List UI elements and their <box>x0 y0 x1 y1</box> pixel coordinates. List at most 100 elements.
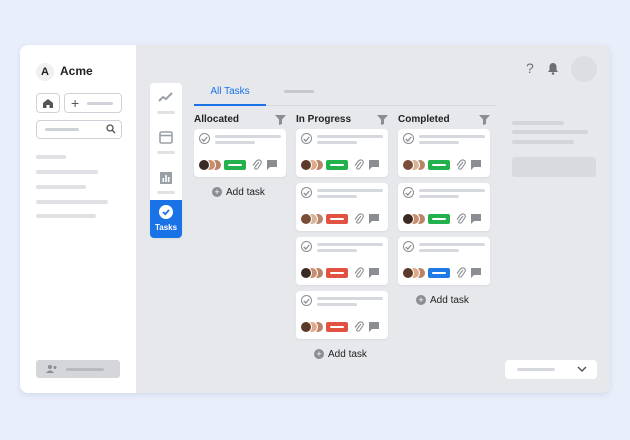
task-card[interactable] <box>296 183 388 231</box>
task-title-line <box>215 135 281 138</box>
details-line <box>512 130 588 134</box>
assignee-avatars <box>300 213 324 225</box>
tab-all-tasks[interactable]: All Tasks <box>194 84 266 102</box>
comment-icon[interactable] <box>267 160 277 170</box>
task-card[interactable] <box>194 129 286 177</box>
details-box[interactable] <box>512 157 596 177</box>
avatar[interactable] <box>571 56 597 82</box>
paperclip-icon[interactable] <box>354 267 364 279</box>
avatar <box>300 267 312 279</box>
help-icon[interactable]: ? <box>526 60 534 76</box>
comment-icon[interactable] <box>369 268 379 278</box>
paperclip-icon[interactable] <box>354 159 364 171</box>
plus-icon: + <box>416 295 426 305</box>
status-badge <box>326 214 348 224</box>
nav-item[interactable] <box>36 200 108 204</box>
plus-icon: + <box>314 349 324 359</box>
nav-item[interactable] <box>36 170 98 174</box>
check-icon[interactable] <box>403 241 414 252</box>
task-card[interactable] <box>296 129 388 177</box>
task-title-line <box>317 297 383 300</box>
check-icon[interactable] <box>403 187 414 198</box>
task-title-line <box>317 141 357 144</box>
task-title-line <box>317 249 357 252</box>
calendar-icon[interactable] <box>158 129 174 145</box>
home-icon <box>43 98 53 108</box>
nav-item[interactable] <box>36 155 66 159</box>
comment-icon[interactable] <box>369 322 379 332</box>
chevron-down-icon <box>577 366 587 373</box>
filter-icon[interactable] <box>377 115 388 125</box>
tab-secondary[interactable] <box>284 90 314 93</box>
comment-icon[interactable] <box>369 214 379 224</box>
logo: A <box>36 63 54 81</box>
task-card[interactable] <box>296 291 388 339</box>
column-title: Allocated <box>194 114 240 125</box>
status-badge <box>326 268 348 278</box>
search-icon <box>106 124 116 134</box>
assignee-avatars <box>300 159 324 171</box>
filter-icon[interactable] <box>479 115 490 125</box>
avatar <box>198 159 210 171</box>
task-card[interactable] <box>398 129 490 177</box>
chart-icon[interactable] <box>158 170 174 186</box>
avatar <box>402 159 414 171</box>
task-card[interactable] <box>296 237 388 285</box>
check-icon[interactable] <box>199 133 210 144</box>
paperclip-icon[interactable] <box>252 159 262 171</box>
status-badge <box>428 160 450 170</box>
user-icon <box>46 365 57 373</box>
rail-item-tasks[interactable]: Tasks <box>150 200 182 238</box>
avatar <box>300 321 312 333</box>
task-title-line <box>317 243 383 246</box>
add-button[interactable]: + <box>64 93 122 113</box>
avatar <box>300 213 312 225</box>
paperclip-icon[interactable] <box>354 213 364 225</box>
bell-icon[interactable] <box>547 62 559 75</box>
task-title-line <box>215 141 255 144</box>
column-title: In Progress <box>296 114 352 125</box>
check-icon[interactable] <box>301 133 312 144</box>
plus-icon: + <box>212 187 222 197</box>
paperclip-icon[interactable] <box>456 267 466 279</box>
paperclip-icon[interactable] <box>456 213 466 225</box>
trend-icon[interactable] <box>158 89 174 105</box>
task-title-line <box>419 249 459 252</box>
details-line <box>512 140 574 144</box>
nav-item[interactable] <box>36 214 96 218</box>
assignee-avatars <box>402 267 426 279</box>
add-task-label: Add task <box>430 294 469 306</box>
add-task-button[interactable]: + Add task <box>416 293 469 307</box>
add-task-button[interactable]: + Add task <box>314 347 367 361</box>
dropdown-select[interactable] <box>505 360 597 379</box>
filter-icon[interactable] <box>275 115 286 125</box>
home-button[interactable] <box>36 93 60 113</box>
add-task-label: Add task <box>328 348 367 360</box>
column-title: Completed <box>398 114 450 125</box>
search-input[interactable] <box>36 120 122 139</box>
status-badge <box>326 322 348 332</box>
user-menu-button[interactable] <box>36 360 120 378</box>
check-icon[interactable] <box>301 241 312 252</box>
task-title-line <box>419 195 459 198</box>
task-card[interactable] <box>398 237 490 285</box>
comment-icon[interactable] <box>471 160 481 170</box>
check-icon[interactable] <box>301 295 312 306</box>
comment-icon[interactable] <box>369 160 379 170</box>
task-card[interactable] <box>398 183 490 231</box>
task-title-line <box>317 189 383 192</box>
check-icon <box>159 205 173 219</box>
paperclip-icon[interactable] <box>354 321 364 333</box>
check-icon[interactable] <box>403 133 414 144</box>
comment-icon[interactable] <box>471 214 481 224</box>
status-badge <box>326 160 348 170</box>
task-title-line <box>317 303 357 306</box>
assignee-avatars <box>300 321 324 333</box>
paperclip-icon[interactable] <box>456 159 466 171</box>
add-task-button[interactable]: + Add task <box>212 185 265 199</box>
nav-item[interactable] <box>36 185 86 189</box>
status-badge <box>428 268 450 278</box>
check-icon[interactable] <box>301 187 312 198</box>
comment-icon[interactable] <box>471 268 481 278</box>
task-title-line <box>419 189 485 192</box>
